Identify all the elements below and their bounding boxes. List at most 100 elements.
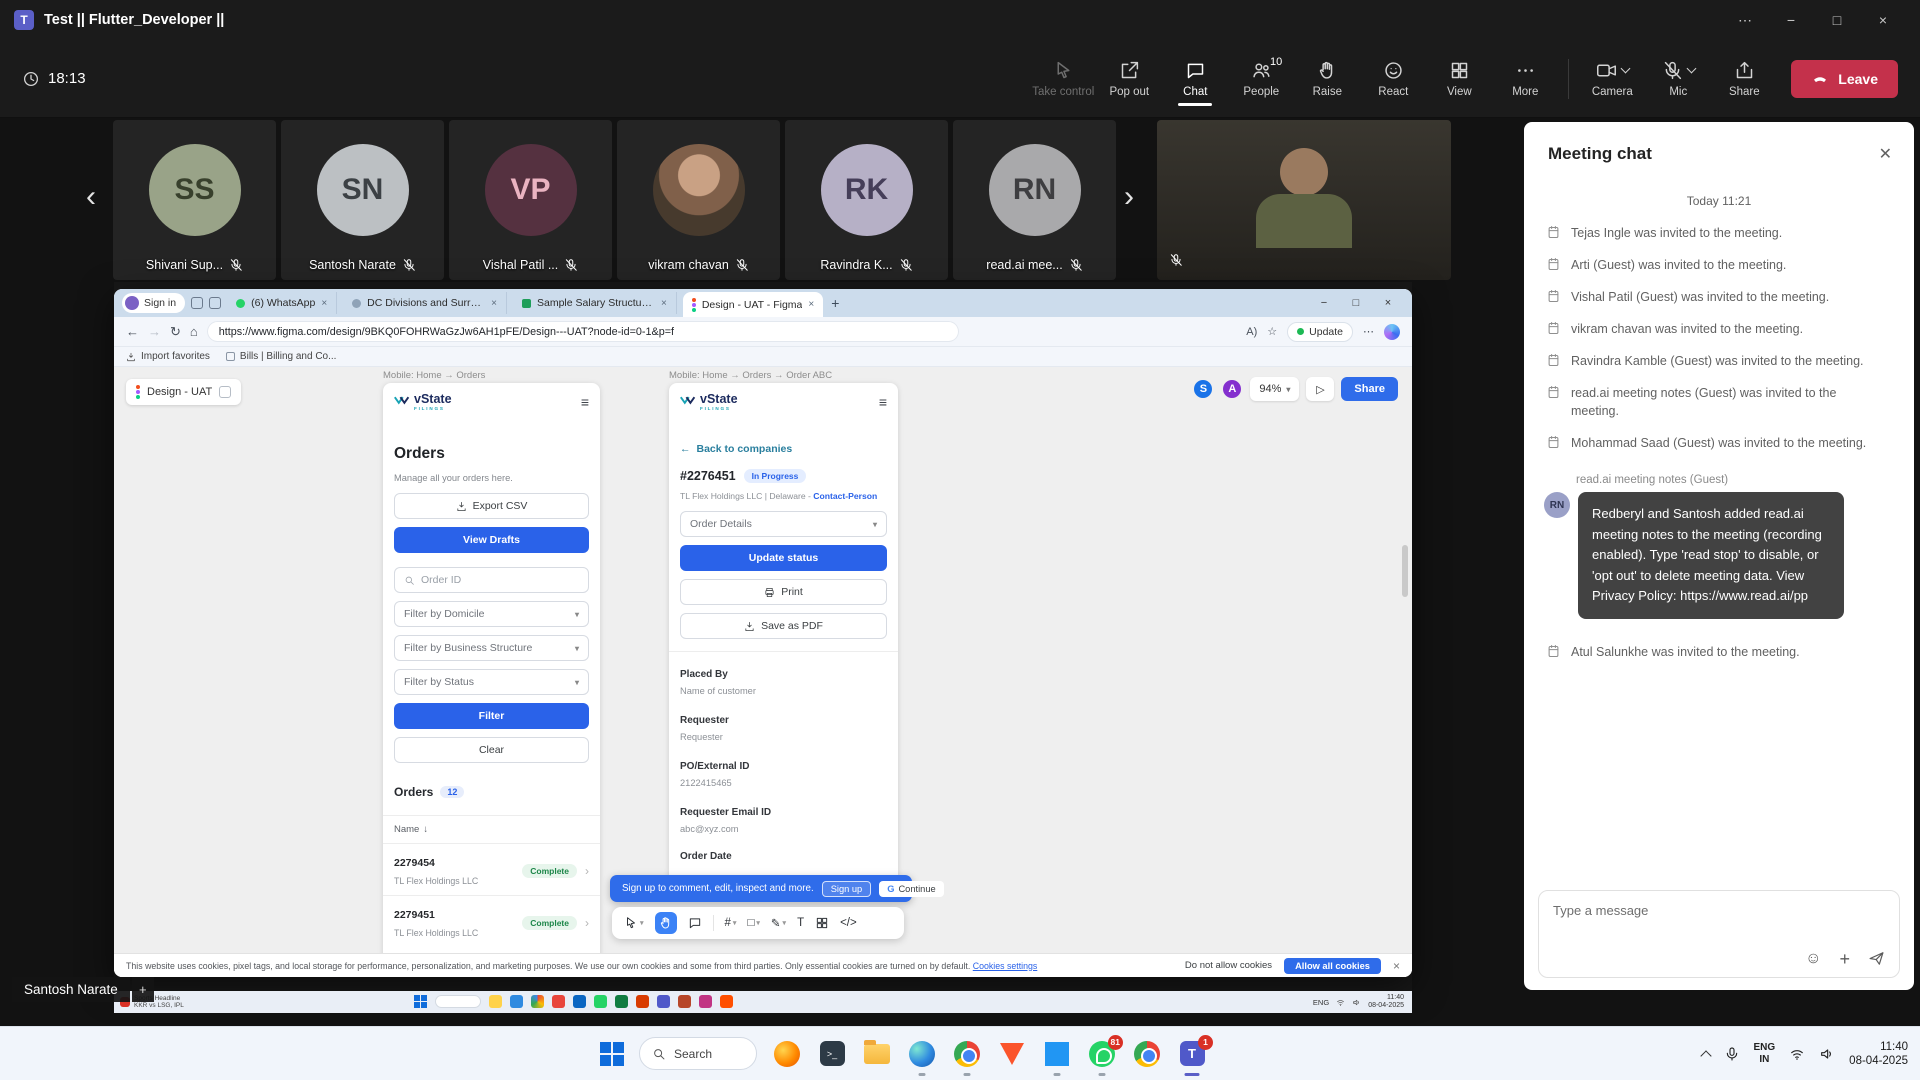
- address-bar-actions: A) ☆ Update ⋯: [1246, 322, 1400, 342]
- vstate-logo: vStateFILINGS: [680, 393, 738, 411]
- take-control-label: Take control: [1032, 86, 1094, 98]
- signup-button: Sign up: [822, 881, 872, 897]
- taskbar-clock[interactable]: 11:4008-04-2025: [1849, 1040, 1908, 1068]
- chat-system-events: Tejas Ingle was invited to the meeting. …: [1524, 224, 1914, 452]
- tray-expand-icon[interactable]: [1700, 1050, 1711, 1061]
- figma-canvas: Design - UAT S A 94%▾ ▷ Share Mobile: Ho…: [114, 367, 1412, 977]
- chrome-profile-icon[interactable]: [1132, 1039, 1162, 1069]
- start-button[interactable]: [600, 1042, 624, 1066]
- meeting-title: Test || Flutter_Developer ||: [44, 12, 224, 28]
- react-button[interactable]: React: [1360, 52, 1426, 106]
- message-sender-name: read.ai meeting notes (Guest): [1576, 474, 1914, 486]
- taskbar-app-icon: [657, 995, 670, 1008]
- people-button[interactable]: 10 People: [1228, 52, 1294, 106]
- view-button[interactable]: View: [1426, 52, 1492, 106]
- people-label: People: [1243, 86, 1279, 98]
- status-badge: Complete: [522, 864, 577, 878]
- chat-button[interactable]: Chat: [1162, 52, 1228, 106]
- pin-presenter-icon[interactable]: +: [132, 977, 154, 1002]
- refresh-icon: ↻: [170, 324, 181, 340]
- browser-tab-bar: Sign in (6) WhatsApp × DC Divisions and …: [114, 289, 1412, 317]
- filter-business-structure-select: Filter by Business Structure▾: [394, 635, 589, 661]
- participant-tile[interactable]: SS Shivani Sup...: [113, 120, 276, 280]
- more-label: More: [1512, 86, 1538, 98]
- chrome-icon[interactable]: [952, 1039, 982, 1069]
- field-value: Requester: [680, 732, 887, 742]
- system-event: Atul Salunkhe was invited to the meeting…: [1524, 643, 1914, 661]
- select-placeholder: Filter by Status: [404, 676, 474, 688]
- system-tray: ENGIN 11:4008-04-2025: [1702, 1027, 1909, 1080]
- meeting-chat-panel: Meeting chat ✕ Today 11:21 Tejas Ingle w…: [1524, 122, 1914, 990]
- participant-camera-tile[interactable]: [1157, 120, 1451, 280]
- view-drafts-button: View Drafts: [394, 527, 589, 553]
- edge-icon[interactable]: [907, 1039, 937, 1069]
- participant-tile[interactable]: vikram chavan: [617, 120, 780, 280]
- emoji-icon[interactable]: ☺: [1805, 951, 1821, 967]
- volume-icon[interactable]: [1819, 1046, 1835, 1062]
- mic-button[interactable]: Mic: [1645, 52, 1711, 106]
- vstate-logo-mark: [680, 395, 696, 409]
- leave-button[interactable]: Leave: [1791, 60, 1898, 98]
- teams-badge: 1: [1198, 1035, 1213, 1050]
- participant-tile[interactable]: RN read.ai mee...: [953, 120, 1116, 280]
- participant-tile[interactable]: RK Ravindra K...: [785, 120, 948, 280]
- share-screen-icon: [1734, 60, 1755, 81]
- meeting-toolbar: 18:13 Take control Pop out Chat 10 Peopl…: [0, 40, 1920, 118]
- terminal-icon[interactable]: >_: [817, 1039, 847, 1069]
- window-more-icon[interactable]: ⋯: [1722, 0, 1768, 40]
- vscode-icon[interactable]: [1042, 1039, 1072, 1069]
- taskbar-search[interactable]: Search: [639, 1037, 757, 1070]
- shared-taskbar-tray: ENG 11:4008-04-2025: [1313, 994, 1412, 1010]
- mic-off-icon: [899, 258, 913, 272]
- forward-icon: →: [148, 324, 161, 339]
- whatsapp-icon[interactable]: 81: [1087, 1039, 1117, 1069]
- orders-subtitle: Manage all your orders here.: [394, 473, 589, 483]
- shared-screen-video[interactable]: Sign in (6) WhatsApp × DC Divisions and …: [114, 282, 1412, 1013]
- attach-plus-icon[interactable]: +: [1839, 951, 1850, 967]
- wifi-icon[interactable]: [1789, 1046, 1805, 1062]
- browser-address-bar: ← → ↻ ⌂ https://www.figma.com/design/9BK…: [114, 317, 1412, 347]
- firefox-icon[interactable]: [772, 1039, 802, 1069]
- camera-button[interactable]: Camera: [1579, 52, 1645, 106]
- print-button: Print: [680, 579, 887, 605]
- order-meta: TL Flex Holdings LLC | Delaware - Contac…: [680, 491, 887, 501]
- window-titlebar: Test || Flutter_Developer || ⋯ − □ ×: [0, 0, 1920, 40]
- column-name: Name: [394, 824, 419, 835]
- raise-hand-button[interactable]: Raise: [1294, 52, 1360, 106]
- teams-icon[interactable]: T1: [1177, 1039, 1207, 1069]
- teams-logo-icon: [14, 10, 34, 30]
- favorite-star-icon: ☆: [1267, 325, 1277, 338]
- search-icon: [404, 575, 415, 586]
- cookie-banner: This website uses cookies, pixel tags, a…: [114, 953, 1412, 977]
- send-icon[interactable]: [1868, 950, 1885, 967]
- back-icon: ←: [126, 324, 139, 339]
- teams-meeting-window: Test || Flutter_Developer || ⋯ − □ × 18:…: [0, 0, 1920, 1080]
- mic-in-use-icon[interactable]: [1724, 1046, 1740, 1062]
- signin-label: Sign in: [144, 297, 176, 309]
- camera-dropdown-icon[interactable]: [1620, 63, 1630, 73]
- window-maximize-button[interactable]: □: [1814, 0, 1860, 40]
- strip-next-icon[interactable]: ›: [1124, 180, 1134, 214]
- file-explorer-icon[interactable]: [862, 1039, 892, 1069]
- figma-file-name: Design - UAT: [147, 386, 212, 398]
- chat-message-input[interactable]: Type a message ☺ +: [1538, 890, 1900, 978]
- participant-tile[interactable]: SN Santosh Narate: [281, 120, 444, 280]
- clock-icon: [22, 70, 40, 88]
- filter-domicile-select: Filter by Domicile▾: [394, 601, 589, 627]
- avatar: VP: [485, 144, 577, 236]
- window-close-button[interactable]: ×: [1860, 0, 1906, 40]
- chat-close-icon[interactable]: ✕: [1875, 140, 1896, 168]
- mic-icon: [1662, 60, 1683, 81]
- window-minimize-button[interactable]: −: [1768, 0, 1814, 40]
- participant-tile[interactable]: VP Vishal Patil ...: [449, 120, 612, 280]
- pop-out-button[interactable]: Pop out: [1096, 52, 1162, 106]
- figma-logo-icon: [136, 385, 140, 399]
- strip-previous-icon[interactable]: ‹: [86, 180, 96, 214]
- language-switcher[interactable]: ENGIN: [1754, 1042, 1776, 1065]
- mic-off-icon: [402, 258, 416, 272]
- share-button[interactable]: Share: [1711, 52, 1777, 106]
- brave-icon[interactable]: [997, 1039, 1027, 1069]
- wifi-icon: [1336, 998, 1345, 1007]
- mic-dropdown-icon[interactable]: [1686, 63, 1696, 73]
- more-button[interactable]: More: [1492, 52, 1558, 106]
